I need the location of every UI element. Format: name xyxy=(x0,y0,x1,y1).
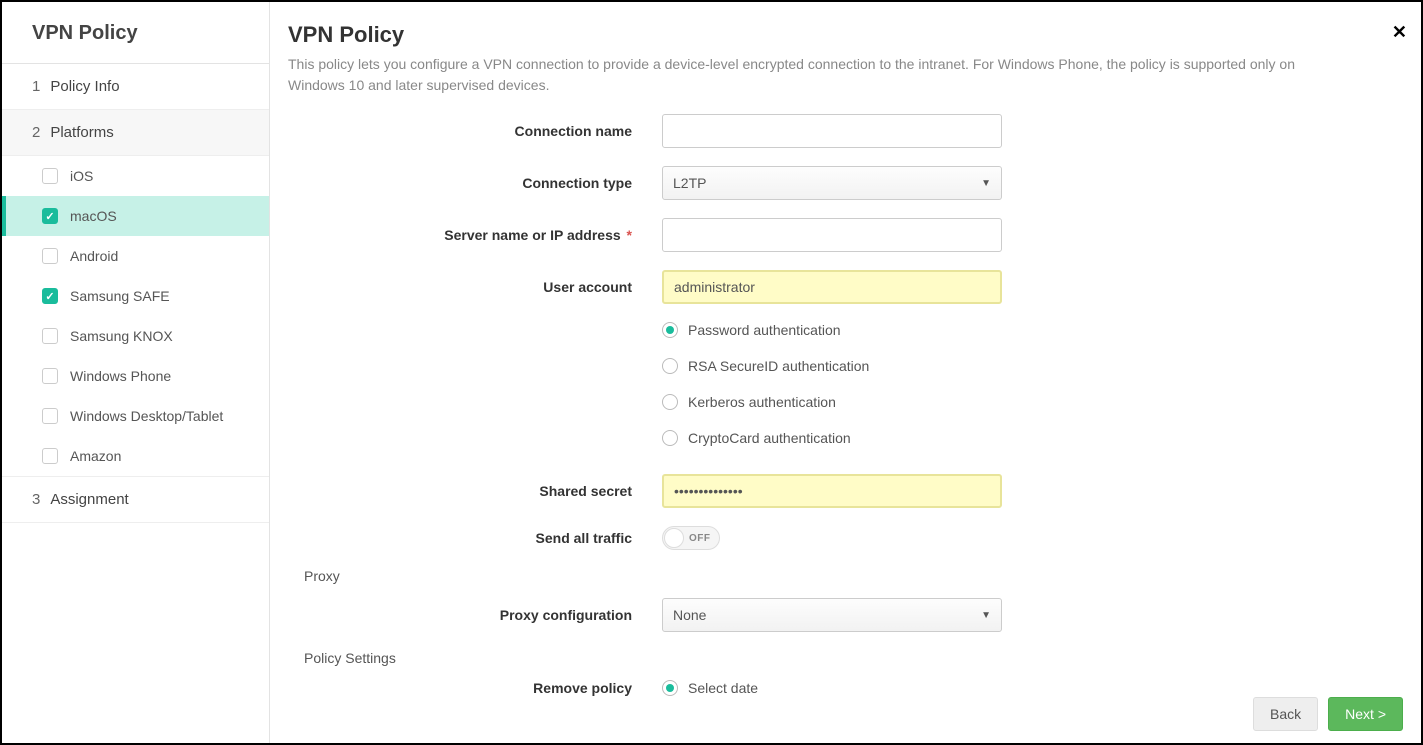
radio-icon xyxy=(662,322,678,338)
checkbox-icon[interactable] xyxy=(42,168,58,184)
shared-secret-input[interactable] xyxy=(662,474,1002,508)
back-button[interactable]: Back xyxy=(1253,697,1318,731)
platform-label: macOS xyxy=(70,208,117,224)
checkbox-icon[interactable] xyxy=(42,448,58,464)
radio-icon xyxy=(662,680,678,696)
select-value: None xyxy=(673,607,706,623)
chevron-down-icon: ▼ xyxy=(981,178,991,189)
select-value: L2TP xyxy=(673,175,706,191)
radio-label: Kerberos authentication xyxy=(688,394,836,410)
page-description: This policy lets you configure a VPN con… xyxy=(288,54,1338,96)
auth-radio-group: Password authentication RSA SecureID aut… xyxy=(662,322,1002,456)
sidebar-item-ios[interactable]: iOS xyxy=(2,156,269,196)
sidebar-item-samsung-safe[interactable]: Samsung SAFE xyxy=(2,276,269,316)
main-panel: ✕ VPN Policy This policy lets you config… xyxy=(270,2,1421,743)
step-number: 1 xyxy=(32,78,40,95)
step-number: 2 xyxy=(32,124,40,141)
sidebar-step-policy-info[interactable]: 1 Policy Info xyxy=(2,64,269,110)
checkbox-icon[interactable] xyxy=(42,408,58,424)
send-all-traffic-toggle[interactable]: OFF xyxy=(662,526,720,550)
radio-password-auth[interactable]: Password authentication xyxy=(662,322,1002,338)
platform-label: Android xyxy=(70,248,118,264)
radio-select-date[interactable]: Select date xyxy=(662,680,758,696)
page-title: VPN Policy xyxy=(288,22,1391,48)
close-icon[interactable]: ✕ xyxy=(1392,22,1407,43)
checkbox-icon[interactable] xyxy=(42,248,58,264)
label-user-account: User account xyxy=(288,279,662,295)
connection-name-input[interactable] xyxy=(662,114,1002,148)
radio-label: Password authentication xyxy=(688,322,841,338)
chevron-down-icon: ▼ xyxy=(981,610,991,621)
label-remove-policy: Remove policy xyxy=(288,680,662,696)
platform-label: Samsung KNOX xyxy=(70,328,173,344)
sidebar-step-platforms[interactable]: 2 Platforms xyxy=(2,110,269,156)
connection-type-select[interactable]: L2TP ▼ xyxy=(662,166,1002,200)
label-send-all-traffic: Send all traffic xyxy=(288,530,662,546)
platform-label: Amazon xyxy=(70,448,121,464)
platform-label: iOS xyxy=(70,168,93,184)
server-input[interactable] xyxy=(662,218,1002,252)
step-number: 3 xyxy=(32,491,40,508)
proxy-config-select[interactable]: None ▼ xyxy=(662,598,1002,632)
step-label: Policy Info xyxy=(50,78,119,95)
step-label: Assignment xyxy=(50,491,128,508)
step-label: Platforms xyxy=(50,124,113,141)
sidebar-item-android[interactable]: Android xyxy=(2,236,269,276)
checkbox-icon[interactable] xyxy=(42,208,58,224)
footer-actions: Back Next > xyxy=(1253,697,1403,731)
sidebar-item-samsung-knox[interactable]: Samsung KNOX xyxy=(2,316,269,356)
label-shared-secret: Shared secret xyxy=(288,483,662,499)
radio-icon xyxy=(662,394,678,410)
sidebar: VPN Policy 1 Policy Info 2 Platforms iOS… xyxy=(2,2,270,743)
label-server: Server name or IP address * xyxy=(288,227,662,243)
sidebar-item-amazon[interactable]: Amazon xyxy=(2,436,269,476)
platform-label: Windows Phone xyxy=(70,368,171,384)
label-connection-name: Connection name xyxy=(288,123,662,139)
radio-kerberos-auth[interactable]: Kerberos authentication xyxy=(662,394,1002,410)
section-proxy: Proxy xyxy=(304,568,1391,584)
radio-icon xyxy=(662,430,678,446)
label-connection-type: Connection type xyxy=(288,175,662,191)
required-marker: * xyxy=(627,227,632,243)
sidebar-item-windows-phone[interactable]: Windows Phone xyxy=(2,356,269,396)
radio-icon xyxy=(662,358,678,374)
sidebar-title: VPN Policy xyxy=(2,2,269,64)
radio-label: CryptoCard authentication xyxy=(688,430,851,446)
user-account-input[interactable] xyxy=(662,270,1002,304)
radio-label: Select date xyxy=(688,680,758,696)
sidebar-item-macos[interactable]: macOS xyxy=(2,196,269,236)
checkbox-icon[interactable] xyxy=(42,328,58,344)
radio-cryptocard-auth[interactable]: CryptoCard authentication xyxy=(662,430,1002,446)
toggle-knob xyxy=(664,528,684,548)
sidebar-item-windows-desktop[interactable]: Windows Desktop/Tablet xyxy=(2,396,269,436)
radio-label: RSA SecureID authentication xyxy=(688,358,869,374)
next-button[interactable]: Next > xyxy=(1328,697,1403,731)
toggle-label: OFF xyxy=(689,533,711,544)
checkbox-icon[interactable] xyxy=(42,368,58,384)
platform-label: Windows Desktop/Tablet xyxy=(70,408,223,424)
section-policy-settings: Policy Settings xyxy=(304,650,1391,666)
platform-label: Samsung SAFE xyxy=(70,288,170,304)
checkbox-icon[interactable] xyxy=(42,288,58,304)
sidebar-step-assignment[interactable]: 3 Assignment xyxy=(2,476,269,523)
label-proxy-config: Proxy configuration xyxy=(288,607,662,623)
radio-rsa-auth[interactable]: RSA SecureID authentication xyxy=(662,358,1002,374)
